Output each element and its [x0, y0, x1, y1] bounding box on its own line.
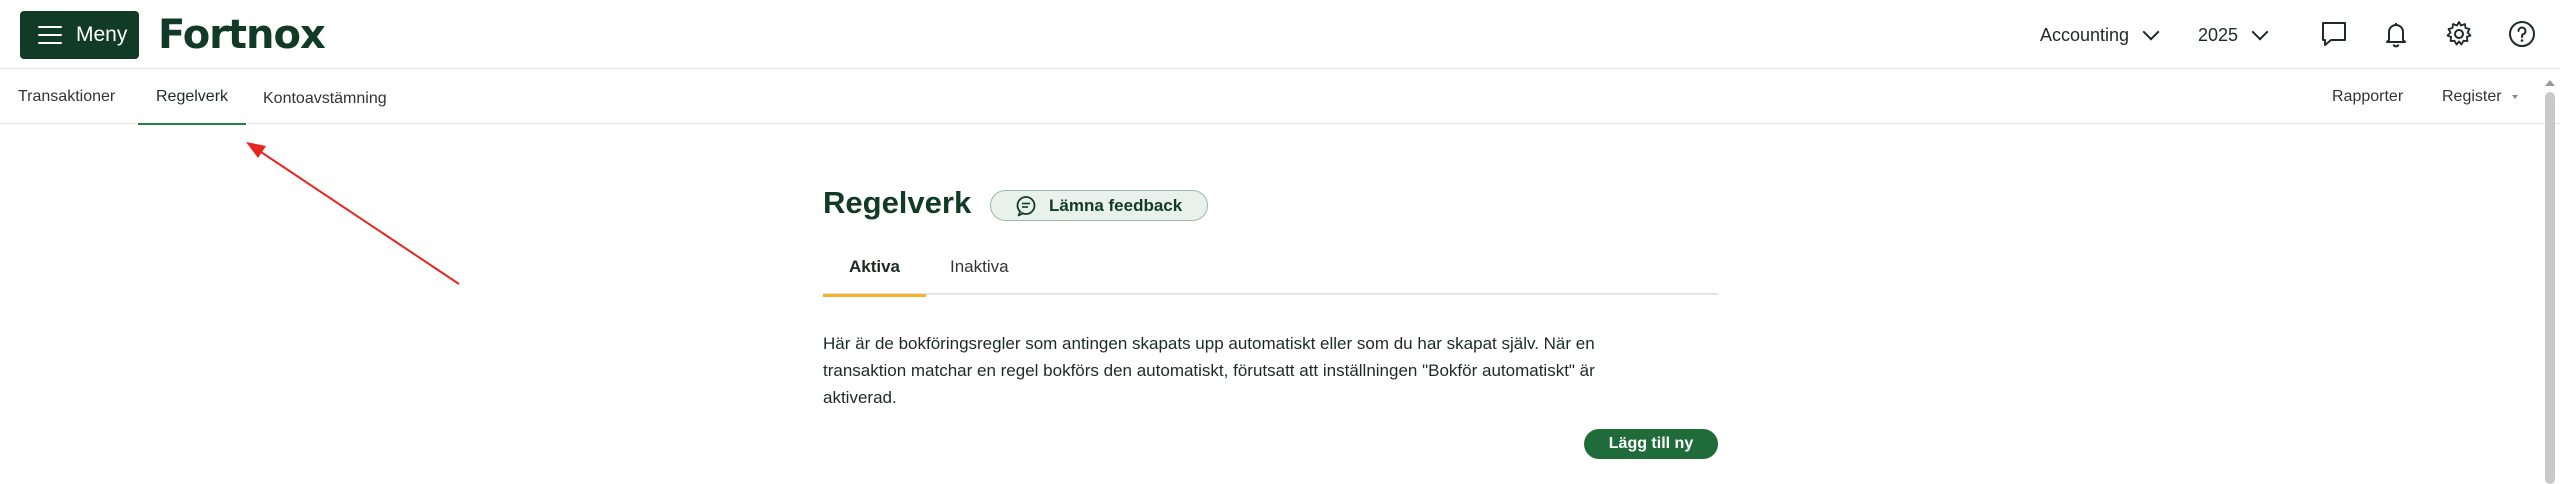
sub-navigation: Transaktioner Regelverk Kontoavstämning … — [0, 70, 2560, 126]
subnav-item-kontoavstamning[interactable]: Kontoavstämning — [263, 72, 387, 126]
bell-icon[interactable] — [2380, 18, 2412, 50]
hamburger-icon — [38, 26, 62, 44]
status-tabs: Aktiva Inaktiva — [823, 238, 1718, 297]
feedback-chat-icon — [1016, 195, 1036, 216]
menu-button[interactable]: Meny — [20, 11, 139, 59]
description-line-3: aktiverad. — [823, 388, 897, 407]
subnav-item-rapporter[interactable]: Rapporter — [2332, 70, 2403, 124]
scroll-up-arrow[interactable] — [2545, 80, 2555, 86]
tab-inaktiva[interactable]: Inaktiva — [950, 238, 1009, 295]
year-select-value: 2025 — [2198, 24, 2239, 45]
tab-aktiva[interactable]: Aktiva — [823, 238, 926, 297]
subnav-item-regelverk[interactable]: Regelverk — [137, 70, 247, 125]
page-title: Regelverk — [823, 185, 972, 220]
gear-icon[interactable] — [2443, 18, 2475, 50]
module-select-value: Accounting — [2040, 24, 2130, 45]
add-new-button[interactable]: Lägg till ny — [1584, 429, 1718, 459]
chat-icon[interactable] — [2318, 18, 2350, 50]
feedback-button[interactable]: Lämna feedback — [990, 190, 1208, 221]
module-select[interactable]: Accounting — [2040, 22, 2160, 48]
menu-button-label: Meny — [76, 23, 128, 46]
description-text: Här är de bokföringsregler som antingen … — [823, 330, 1723, 411]
chevron-down-icon — [2251, 23, 2269, 41]
top-header: Meny Fortnox Accounting 2025 — [0, 0, 2560, 69]
feedback-button-label: Lämna feedback — [1049, 195, 1183, 215]
fortnox-logo[interactable]: Fortnox — [158, 12, 326, 58]
chevron-down-icon — [2142, 23, 2160, 41]
subnav-item-register-label: Register — [2442, 88, 2502, 105]
description-line-1: Här är de bokföringsregler som antingen … — [823, 334, 1595, 353]
scrollbar-thumb[interactable] — [2545, 92, 2555, 484]
description-line-2: transaktion matchar en regel bokförs den… — [823, 361, 1595, 380]
caret-down-icon — [2511, 95, 2518, 99]
subnav-item-transaktioner[interactable]: Transaktioner — [18, 70, 115, 124]
help-icon[interactable] — [2506, 18, 2538, 50]
year-select[interactable]: 2025 — [2198, 22, 2269, 48]
subnav-item-register[interactable]: Register — [2442, 70, 2518, 124]
